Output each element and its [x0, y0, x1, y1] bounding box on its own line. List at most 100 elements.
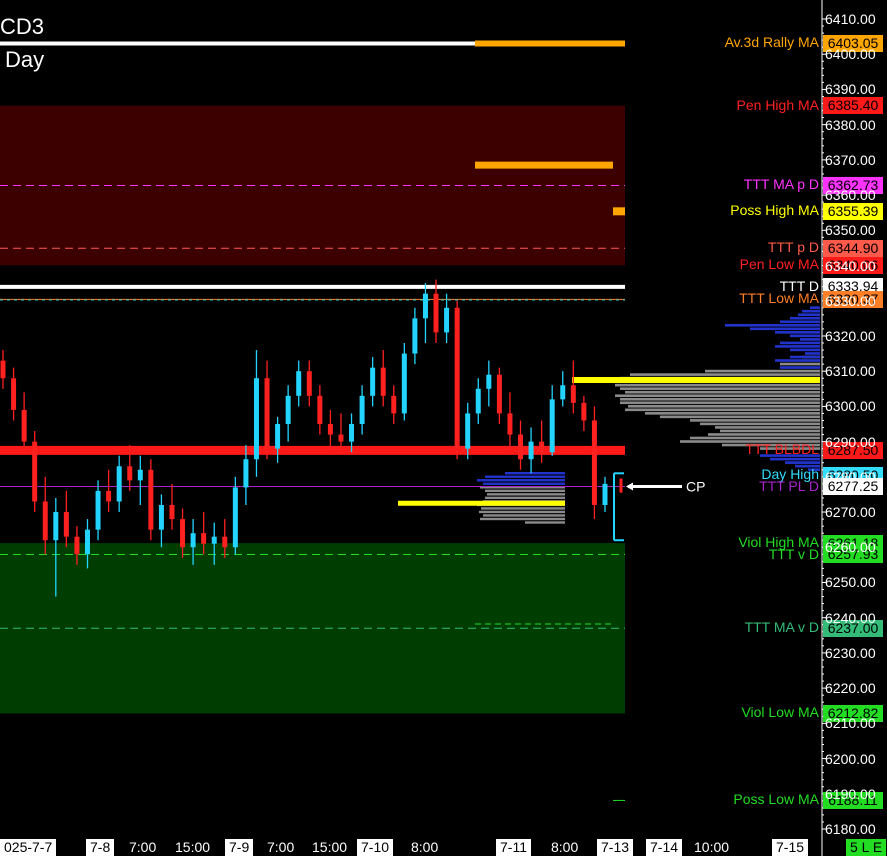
- level-label: Pen High MA: [736, 96, 819, 113]
- y-tick-label: 6200.00: [825, 750, 876, 767]
- volume-profile-bar: [790, 334, 820, 338]
- candle-body: [327, 424, 333, 435]
- chart-timeframe: Day: [5, 47, 45, 72]
- candle-body: [264, 378, 270, 449]
- candle-body: [380, 367, 386, 396]
- session-profile-bar: [487, 493, 565, 496]
- session-profile-bar: [485, 475, 565, 478]
- candle-body: [211, 536, 217, 544]
- candle-body: [349, 424, 355, 442]
- level-label: Poss High MA: [730, 202, 819, 219]
- volume-profile-bar: [705, 369, 820, 373]
- candle-body: [32, 441, 38, 502]
- level-value-box: 6355.39: [823, 202, 883, 220]
- candle-body: [433, 293, 439, 333]
- candle-body: [127, 466, 133, 481]
- level-label: TTT p D: [767, 239, 819, 256]
- volume-profile-bar: [690, 419, 820, 422]
- candle-body: [560, 385, 566, 400]
- volume-profile-bar: [780, 341, 820, 345]
- candle-body: [539, 441, 545, 453]
- candle-body: [0, 360, 6, 379]
- volume-profile-bar: [800, 338, 820, 341]
- volume-profile-bar: [790, 316, 820, 320]
- candle-body: [275, 424, 281, 449]
- y-tick-label: 6380.00: [825, 116, 876, 133]
- candle-body: [180, 519, 186, 548]
- poss-high-marker: [613, 207, 625, 216]
- x-tick-label: 7-10: [357, 839, 394, 856]
- volume-profile-bar: [810, 306, 820, 309]
- candle-body: [570, 385, 576, 403]
- candle-body: [602, 483, 608, 505]
- x-tick-label: 025-7-7: [0, 839, 57, 856]
- volume-profile-bar: [775, 345, 820, 348]
- candle-body: [370, 367, 376, 396]
- candle-body: [148, 469, 154, 530]
- candle-body: [422, 293, 428, 319]
- y-tick-label: 6330.00: [825, 292, 876, 309]
- level-label: TTT MA p D: [743, 176, 819, 193]
- session-profile-bar: [483, 514, 565, 517]
- candle-body: [243, 459, 249, 488]
- volume-profile-bar: [775, 359, 820, 362]
- x-tick-label: 15:00: [308, 839, 352, 856]
- volume-profile-bar: [620, 387, 820, 390]
- volume-profile-bar: [660, 415, 820, 419]
- candle-body: [84, 529, 90, 555]
- volume-profile-bar: [725, 323, 820, 327]
- y-tick-label: 6300.00: [825, 398, 876, 415]
- candle-body: [201, 533, 207, 544]
- level-value-box: 6344.90: [823, 239, 883, 257]
- candle-body: [496, 374, 502, 414]
- y-tick-label: 6290.00: [825, 433, 876, 450]
- x-tick-label: 8:00: [547, 839, 583, 856]
- volume-profile-bar: [708, 433, 820, 436]
- candle-body: [53, 512, 59, 541]
- y-tick-label: 6220.00: [825, 680, 876, 697]
- volume-profile-bar: [700, 422, 820, 426]
- y-tick-label: 6370.00: [825, 151, 876, 168]
- candle-body: [454, 307, 460, 449]
- y-tick-label: 6180.00: [825, 821, 876, 837]
- cp-label: CP: [686, 479, 705, 495]
- volume-profile-bar: [780, 366, 820, 369]
- session-profile-bar: [477, 479, 565, 482]
- candle-body: [391, 395, 397, 414]
- volume-profile-bar: [615, 394, 820, 398]
- candle-body: [74, 536, 80, 555]
- y-tick-label: 6230.00: [825, 644, 876, 661]
- candle-body: [528, 441, 534, 460]
- candle-body: [581, 402, 587, 421]
- x-tick-label: 7-11: [496, 839, 531, 856]
- x-tick-label: 10:00: [690, 839, 734, 856]
- x-tick-label: 7-13: [597, 839, 634, 856]
- level-label: Poss Low MA: [733, 791, 819, 808]
- y-tick-label: 6190.00: [825, 785, 876, 802]
- candle-body: [285, 395, 291, 424]
- volume-profile-bar: [770, 457, 820, 461]
- y-tick-label: 6400.00: [825, 46, 876, 63]
- y-tick-label: 6280.00: [825, 468, 876, 485]
- candle-body: [21, 409, 27, 442]
- y-tick-label: 6240.00: [825, 609, 876, 626]
- candle-body: [444, 307, 450, 333]
- price-chart[interactable]: CP: [0, 0, 887, 856]
- y-tick-label: 6270.00: [825, 504, 876, 521]
- volume-profile-bar: [628, 404, 820, 408]
- candle-body: [232, 487, 238, 548]
- cp-arrow: [626, 482, 633, 491]
- candle-body: [253, 378, 259, 460]
- candle-body: [591, 420, 597, 505]
- level-label: Viol Low MA: [741, 704, 819, 721]
- y-tick-label: 6260.00: [825, 539, 876, 556]
- level-label: TTT PL D: [759, 477, 819, 494]
- y-tick-label: 6320.00: [825, 327, 876, 344]
- candle-body: [338, 434, 344, 442]
- candle-body: [317, 395, 323, 424]
- level-label: TTT v D: [768, 545, 819, 562]
- y-tick-label: 6410.00: [825, 11, 876, 27]
- y-tick-label: 6310.00: [825, 363, 876, 380]
- candle-body: [306, 371, 312, 396]
- session-profile-bar: [525, 521, 565, 524]
